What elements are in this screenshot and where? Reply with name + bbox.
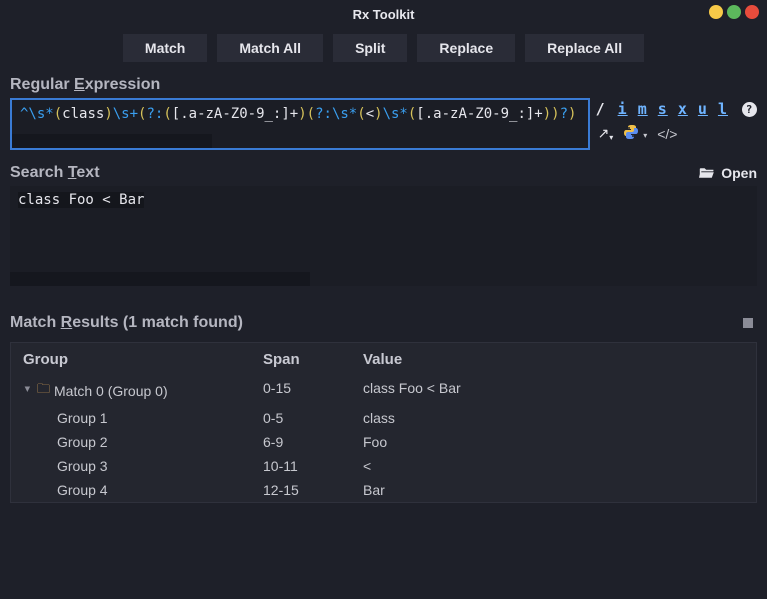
match-folder-icon: 🗀 <box>37 380 50 402</box>
group1-value: class <box>363 410 744 426</box>
window-title: Rx Toolkit <box>353 7 415 22</box>
results-row-group4[interactable]: Group 4 12-15 Bar <box>11 478 756 502</box>
match0-value: class Foo < Bar <box>363 380 744 402</box>
group3-span: 10-11 <box>263 458 363 474</box>
group2-label: Group 2 <box>23 434 263 450</box>
group4-value: Bar <box>363 482 744 498</box>
results-row-group1[interactable]: Group 1 0-5 class <box>11 406 756 430</box>
flag-u-toggle[interactable]: u <box>698 100 708 118</box>
search-section-label: Search Text <box>10 164 100 182</box>
results-header-row: Group Span Value <box>11 343 756 376</box>
flag-x-toggle[interactable]: x <box>678 100 688 118</box>
main-toolbar: Match Match All Split Replace Replace Al… <box>0 28 767 74</box>
col-header-value: Value <box>363 351 744 368</box>
flag-i-toggle[interactable]: i <box>618 100 628 118</box>
regex-section-label: Regular Expression <box>0 74 767 98</box>
popout-icon[interactable]: ↗▾ <box>598 125 614 142</box>
match-button[interactable]: Match <box>123 34 207 62</box>
window-maximize-button[interactable] <box>727 5 741 19</box>
flags-separator: / <box>596 100 606 118</box>
group1-label: Group 1 <box>23 410 263 426</box>
search-text-value: class Foo < Bar <box>18 192 144 208</box>
replace-all-button[interactable]: Replace All <box>525 34 644 62</box>
search-scrollbar[interactable] <box>10 272 310 286</box>
flag-l-toggle[interactable]: l <box>718 100 728 118</box>
results-row-group3[interactable]: Group 3 10-11 < <box>11 454 756 478</box>
flag-s-toggle[interactable]: s <box>658 100 668 118</box>
code-icon[interactable]: </> <box>657 126 677 142</box>
open-file-button[interactable]: Open <box>699 165 757 181</box>
group3-label: Group 3 <box>23 458 263 474</box>
expand-icon[interactable]: ▸ <box>22 386 35 396</box>
match0-group-label: Match 0 (Group 0) <box>54 383 168 399</box>
results-section-label: Match Results (1 match found) <box>10 314 243 332</box>
search-text-input[interactable]: class Foo < Bar <box>10 186 757 286</box>
regex-flags: / i m s x u l ? <box>596 100 757 118</box>
col-header-span: Span <box>263 351 363 368</box>
group1-span: 0-5 <box>263 410 363 426</box>
replace-button[interactable]: Replace <box>417 34 515 62</box>
col-header-group: Group <box>23 351 263 368</box>
group4-span: 12-15 <box>263 482 363 498</box>
window-minimize-button[interactable] <box>709 5 723 19</box>
results-row-match0[interactable]: ▸ 🗀 Match 0 (Group 0) 0-15 class Foo < B… <box>11 376 756 406</box>
results-row-group2[interactable]: Group 2 6-9 Foo <box>11 430 756 454</box>
window-titlebar: Rx Toolkit <box>0 0 767 28</box>
folder-open-icon <box>699 166 715 180</box>
group2-span: 6-9 <box>263 434 363 450</box>
group3-value: < <box>363 458 744 474</box>
results-panel: Group Span Value ▸ 🗀 Match 0 (Group 0) 0… <box>10 342 757 503</box>
results-toggle-icon[interactable] <box>743 318 753 328</box>
split-button[interactable]: Split <box>333 34 407 62</box>
flag-m-toggle[interactable]: m <box>638 100 648 118</box>
window-close-button[interactable] <box>745 5 759 19</box>
flags-help-icon[interactable]: ? <box>742 102 757 117</box>
language-python-icon[interactable]: ▾ <box>623 124 647 143</box>
match0-span: 0-15 <box>263 380 363 402</box>
group4-label: Group 4 <box>23 482 263 498</box>
regex-scrollbar[interactable] <box>12 134 212 148</box>
group2-value: Foo <box>363 434 744 450</box>
regex-input[interactable]: ^\s*(class)\s+(?:([.a-zA-Z0-9_:]+)(?:\s*… <box>10 98 590 150</box>
match-all-button[interactable]: Match All <box>217 34 323 62</box>
